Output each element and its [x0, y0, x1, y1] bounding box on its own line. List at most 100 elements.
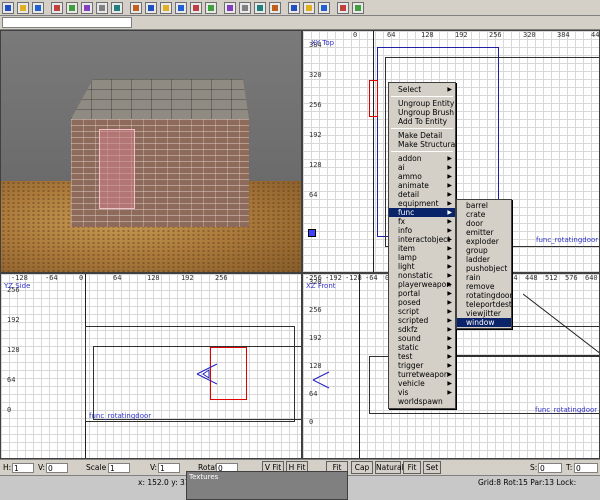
submenu-arrow-icon: ▶	[447, 290, 452, 297]
y-axis-icon[interactable]	[303, 1, 315, 14]
textures-panel[interactable]: Textures	[186, 471, 348, 500]
hide-icon[interactable]	[269, 1, 281, 14]
menu-item-func[interactable]: func ▶	[389, 208, 455, 217]
scale-v-field[interactable]: 1	[158, 463, 180, 473]
window-brush-selected[interactable]	[369, 80, 378, 117]
natural-button[interactable]: Natural	[375, 461, 404, 474]
copy-icon[interactable]	[66, 1, 78, 14]
file-save-icon[interactable]	[32, 1, 44, 14]
camera-view[interactable]	[0, 30, 302, 273]
menu-item-ai[interactable]: ai ▶	[389, 163, 455, 172]
submenu-arrow-icon: ▶	[447, 191, 452, 198]
t-field[interactable]: 0	[574, 463, 598, 473]
menu-item-addon[interactable]: addon ▶	[389, 154, 455, 163]
menu-item-make-detail[interactable]: Make Detail	[389, 131, 455, 140]
clip-icon-glyph	[227, 4, 233, 11]
entity-context-menu: Select ▶ Ungroup Entity Ungroup Brush Add To…	[388, 82, 457, 409]
menu-item-ungroup-entity[interactable]: Ungroup Entity	[389, 99, 455, 108]
menu-item-vis[interactable]: vis ▶	[389, 388, 455, 397]
texture-icon[interactable]	[205, 1, 217, 14]
paste-icon[interactable]	[81, 1, 93, 14]
camera-icon[interactable]	[160, 1, 172, 14]
translate-icon[interactable]	[145, 1, 157, 14]
menu-item-worldspawn[interactable]: worldspawn	[389, 397, 455, 406]
submenu-item-emitter[interactable]: emitter	[457, 228, 511, 237]
z-axis-icon[interactable]	[318, 1, 330, 14]
texture-name-field[interactable]	[2, 17, 132, 28]
undo-icon[interactable]	[96, 1, 108, 14]
cut-icon[interactable]	[51, 1, 63, 14]
menu-item-light[interactable]: light ▶	[389, 262, 455, 271]
menu-item-select[interactable]: Select ▶	[389, 85, 455, 94]
scale-h-field[interactable]: 1	[108, 463, 130, 473]
menu-item-lamp[interactable]: lamp ▶	[389, 253, 455, 262]
submenu-item-barrel[interactable]: barrel	[457, 201, 511, 210]
menu-item-script[interactable]: script ▶	[389, 307, 455, 316]
submenu-item-group[interactable]: group	[457, 246, 511, 255]
menu-item-item[interactable]: item ▶	[389, 244, 455, 253]
entity-icon[interactable]	[190, 1, 202, 14]
menu-item-trigger[interactable]: trigger ▶	[389, 361, 455, 370]
menu-item-vehicle[interactable]: vehicle ▶	[389, 379, 455, 388]
submenu-arrow-icon: ▶	[447, 335, 452, 342]
file-new-icon[interactable]	[2, 1, 14, 14]
v-shift-field[interactable]: 0	[46, 463, 68, 473]
menu-item-animate[interactable]: animate ▶	[389, 181, 455, 190]
ruler-tick: 128	[309, 161, 322, 169]
menu-item-label: Make Detail	[398, 131, 443, 140]
texture-bar	[0, 16, 600, 30]
menu-item-info[interactable]: info ▶	[389, 226, 455, 235]
help-icon[interactable]	[352, 1, 364, 14]
submenu-item-ladder[interactable]: ladder	[457, 255, 511, 264]
hide-icon-glyph	[272, 4, 278, 11]
menu-item-interactobject[interactable]: interactobject ▶	[389, 235, 455, 244]
set-button[interactable]: Set	[423, 461, 441, 474]
group-icon[interactable]	[254, 1, 266, 14]
submenu-item-teleportdest[interactable]: teleportdest	[457, 300, 512, 309]
v-shift-value: 0	[48, 464, 53, 473]
menu-item-nonstatic[interactable]: nonstatic ▶	[389, 271, 455, 280]
menu-item-detail[interactable]: detail ▶	[389, 190, 455, 199]
submenu-item-exploder[interactable]: exploder	[457, 237, 511, 246]
menu-item-sound[interactable]: sound ▶	[389, 334, 455, 343]
h-shift-field[interactable]: 1	[12, 463, 34, 473]
submenu-item-remove[interactable]: remove	[457, 282, 511, 291]
menu-item-fx[interactable]: fx ▶	[389, 217, 455, 226]
menu-item-scripted[interactable]: scripted ▶	[389, 316, 455, 325]
vertex-icon[interactable]	[239, 1, 251, 14]
window-brush-selected[interactable]	[99, 129, 135, 209]
menu-item-portal[interactable]: portal ▶	[389, 289, 455, 298]
redo-icon[interactable]	[111, 1, 123, 14]
submenu-item-window[interactable]: window	[457, 318, 511, 327]
ruler-tick: 128	[7, 346, 20, 354]
submenu-item-viewjitter[interactable]: viewjitter	[457, 309, 511, 318]
compile-icon[interactable]	[337, 1, 349, 14]
select-icon[interactable]	[130, 1, 142, 14]
x-axis-icon[interactable]	[288, 1, 300, 14]
bunker-roof	[71, 79, 249, 119]
menu-item-add-to-entity[interactable]: Add To Entity	[389, 117, 455, 126]
menu-item-label: Ungroup Entity	[398, 99, 455, 108]
menu-item-equipment[interactable]: equipment ▶	[389, 199, 455, 208]
clip-icon[interactable]	[224, 1, 236, 14]
menu-item-ungroup-brush[interactable]: Ungroup Brush	[389, 108, 455, 117]
menu-item-posed[interactable]: posed ▶	[389, 298, 455, 307]
file-open-icon[interactable]	[17, 1, 29, 14]
menu-item-sdkfz[interactable]: sdkfz ▶	[389, 325, 455, 334]
menu-item-turretweapon[interactable]: turretweapon ▶	[389, 370, 455, 379]
submenu-item-rotatingdoor[interactable]: rotatingdoor	[457, 291, 513, 300]
s-field[interactable]: 0	[538, 463, 562, 473]
menu-item-make-structural[interactable]: Make Structural	[389, 140, 457, 149]
menu-item-ammo[interactable]: ammo ▶	[389, 172, 455, 181]
submenu-item-rain[interactable]: rain	[457, 273, 511, 282]
brush-icon[interactable]	[175, 1, 187, 14]
submenu-item-door[interactable]: door	[457, 219, 511, 228]
cap-button[interactable]: Cap	[351, 461, 373, 474]
side-view[interactable]: -128 -64 0 64 128 192 256 256 192 128 64 0 YZ Side…	[0, 273, 302, 459]
submenu-item-pushobject[interactable]: pushobject	[457, 264, 511, 273]
menu-item-playerweapon[interactable]: playerweapon ▶	[389, 280, 455, 289]
menu-item-static[interactable]: static ▶	[389, 343, 455, 352]
menu-item-test[interactable]: test ▶	[389, 352, 455, 361]
fit2-button[interactable]: Fit	[403, 461, 421, 474]
submenu-item-crate[interactable]: crate	[457, 210, 511, 219]
